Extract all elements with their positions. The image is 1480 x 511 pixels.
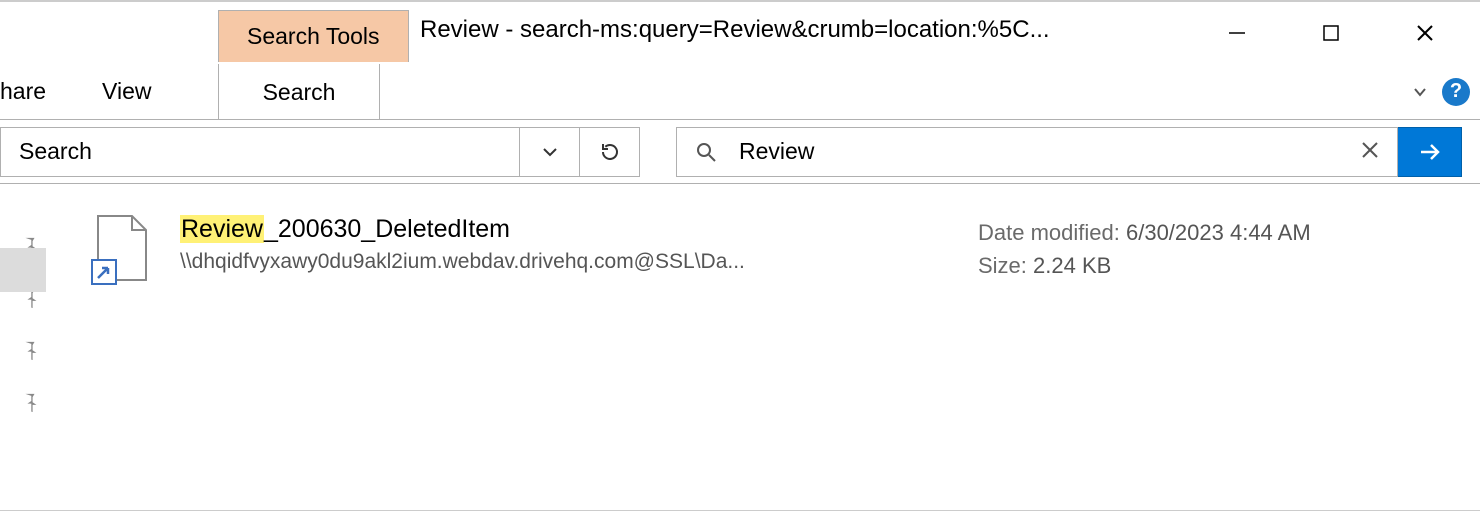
date-modified-value: 6/30/2023 4:44 AM <box>1126 220 1311 245</box>
window-controls <box>1190 2 1472 64</box>
ribbon-contextual-tab-search-tools[interactable]: Search Tools <box>218 10 409 62</box>
date-modified-label: Date modified: <box>978 220 1120 245</box>
refresh-button[interactable] <box>579 128 639 176</box>
nav-selection-highlight <box>0 248 46 292</box>
address-text[interactable]: Search <box>1 128 519 176</box>
clear-search-button[interactable] <box>1355 141 1385 163</box>
result-filename: Review_200630_DeletedItem <box>180 214 950 244</box>
ribbon-right-controls: ? <box>1406 78 1480 106</box>
collapse-ribbon-button[interactable] <box>1406 78 1434 106</box>
arrow-right-icon <box>1417 139 1443 165</box>
body: Review_200630_DeletedItem \\dhqidfvyxawy… <box>0 184 1480 510</box>
ribbon-tab-view[interactable]: View <box>74 64 179 120</box>
size-label: Size: <box>978 253 1027 278</box>
help-button[interactable]: ? <box>1442 78 1470 106</box>
pin-icon <box>19 390 41 412</box>
close-icon <box>1361 141 1379 159</box>
address-history-dropdown[interactable] <box>519 128 579 176</box>
maximize-button[interactable] <box>1284 2 1378 64</box>
ribbon-contextual-tab-label: Search Tools <box>247 23 380 50</box>
result-name-column: Review_200630_DeletedItem \\dhqidfvyxawy… <box>180 214 950 274</box>
result-path: \\dhqidfvyxawy0du9akl2ium.webdav.drivehq… <box>180 250 950 274</box>
help-icon: ? <box>1450 80 1462 103</box>
ribbon-tabs: hare View Search ? <box>0 64 1480 120</box>
search-icon <box>695 141 717 163</box>
quick-access-pin[interactable] <box>19 390 41 412</box>
nav-row: Search <box>0 120 1480 184</box>
minimize-button[interactable] <box>1190 2 1284 64</box>
file-icon <box>90 214 152 286</box>
pin-icon <box>19 338 41 360</box>
quick-access-pin[interactable] <box>19 338 41 360</box>
result-meta: Date modified: 6/30/2023 4:44 AM Size: 2… <box>978 214 1311 282</box>
address-bar[interactable]: Search <box>0 127 640 177</box>
ribbon-tab-share[interactable]: hare <box>0 64 74 120</box>
shortcut-file-icon <box>90 214 152 286</box>
close-button[interactable] <box>1378 2 1472 64</box>
ribbon-tab-label: View <box>102 78 151 105</box>
close-icon <box>1415 23 1435 43</box>
chevron-down-icon <box>541 143 559 161</box>
refresh-icon <box>599 141 621 163</box>
chevron-down-icon <box>1412 84 1428 100</box>
ribbon-tab-search[interactable]: Search <box>218 64 380 120</box>
search-go-button[interactable] <box>1398 127 1462 177</box>
filename-rest: _200630_DeletedItem <box>264 215 510 243</box>
nav-pane <box>0 184 60 510</box>
maximize-icon <box>1321 23 1341 43</box>
size-value: 2.24 KB <box>1033 253 1111 278</box>
search-result-item[interactable]: Review_200630_DeletedItem \\dhqidfvyxawy… <box>90 214 1460 294</box>
window-title: Review - search-ms:query=Review&crumb=lo… <box>420 16 1140 44</box>
minimize-icon <box>1227 23 1247 43</box>
search-box <box>676 127 1462 177</box>
ribbon-tab-label: hare <box>0 78 46 105</box>
search-results: Review_200630_DeletedItem \\dhqidfvyxawy… <box>60 184 1480 510</box>
titlebar: Search Tools Review - search-ms:query=Re… <box>0 2 1480 64</box>
search-field[interactable] <box>676 127 1398 177</box>
ribbon-tab-label: Search <box>263 79 336 106</box>
search-input[interactable] <box>737 137 1335 166</box>
filename-highlight: Review <box>180 215 264 243</box>
